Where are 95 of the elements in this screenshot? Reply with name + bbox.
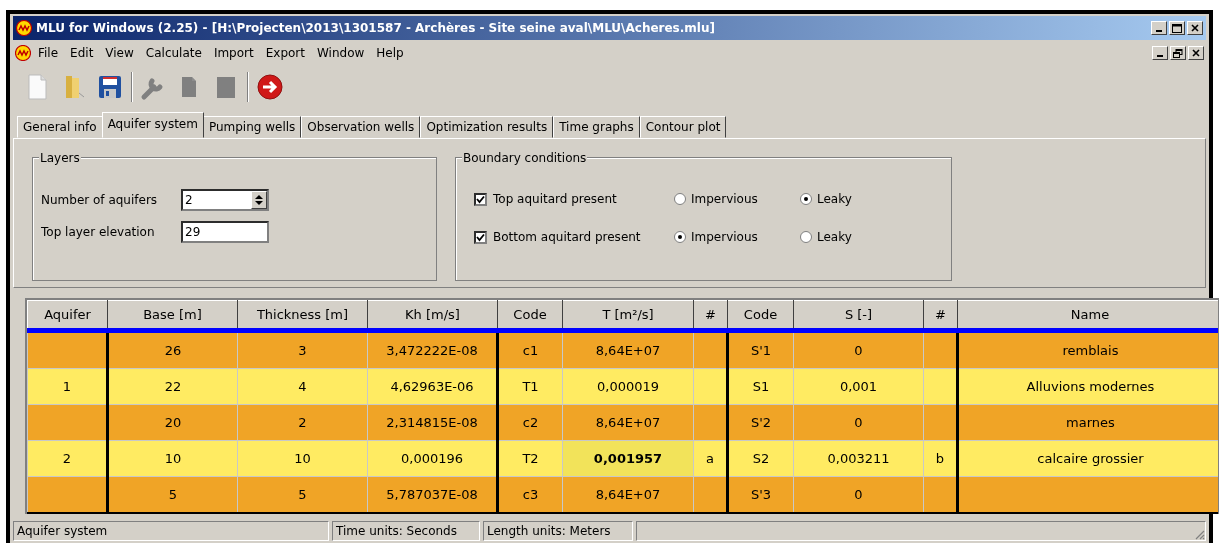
column-header[interactable]: Aquifer	[27, 300, 108, 331]
table-cell[interactable]: 5	[237, 476, 368, 514]
tab[interactable]: Observation wells	[301, 116, 421, 138]
menu-item[interactable]: View	[100, 44, 139, 62]
column-header[interactable]: Code	[497, 300, 563, 331]
table-cell[interactable]: 0,001	[793, 368, 924, 405]
column-header[interactable]: S [-]	[793, 300, 924, 331]
radio-button[interactable]	[674, 193, 686, 205]
maximize-icon	[1172, 23, 1182, 33]
spin-field[interactable]: 2	[181, 189, 269, 211]
minimize-button[interactable]	[1151, 21, 1167, 35]
table-cell[interactable]: S'3	[727, 476, 794, 514]
radio-label: Leaky	[817, 192, 852, 206]
column-header[interactable]: Base [m]	[107, 300, 238, 331]
tab[interactable]: Pumping wells	[202, 116, 302, 138]
close-button[interactable]	[1188, 46, 1204, 60]
table-cell[interactable]: 10	[237, 440, 368, 477]
group-title: Layers	[39, 151, 81, 165]
menu-item[interactable]: Help	[371, 44, 409, 62]
tab[interactable]: Aquifer system	[101, 112, 204, 138]
column-header[interactable]: Name	[957, 300, 1218, 331]
checkbox-label: Top aquitard present	[493, 192, 617, 206]
table-cell[interactable]: S'2	[727, 404, 794, 441]
table-cell[interactable]: calcaire grossier	[957, 440, 1218, 477]
table-cell[interactable]: 8,64E+07	[562, 476, 694, 514]
arrow-right-icon[interactable]	[256, 73, 284, 101]
input-field[interactable]: 29	[181, 221, 269, 243]
column-header[interactable]: Code	[727, 300, 794, 331]
radio-button[interactable]	[800, 231, 812, 243]
status-panel: Aquifer system	[13, 521, 329, 541]
table-cell[interactable]: c2	[497, 404, 563, 441]
table-cell[interactable]: 0,003211	[793, 440, 924, 477]
minimize-button[interactable]	[1152, 46, 1168, 60]
table-cell[interactable]: 1	[27, 368, 108, 405]
menu-item[interactable]: File	[33, 44, 64, 62]
table-cell[interactable]: 2	[237, 404, 368, 441]
table-cell[interactable]: c3	[497, 476, 563, 514]
checkbox[interactable]	[474, 230, 487, 244]
table-cell[interactable]: 2,314815E-08	[367, 404, 498, 441]
column-header[interactable]: #	[923, 300, 958, 331]
window-title: MLU for Windows (2.25) - [H:\Projecten\2013\1301587 - Archères - Site seine aval\MLU\Acheres.mlu]	[36, 21, 716, 35]
maximize-button[interactable]	[1169, 21, 1185, 35]
tab[interactable]: General info	[17, 116, 103, 138]
table-cell[interactable]: Alluvions modernes	[957, 368, 1218, 405]
restore-button[interactable]	[1170, 46, 1186, 60]
checkbox-label: Bottom aquitard present	[493, 230, 641, 244]
checkbox[interactable]	[474, 192, 487, 206]
column-header[interactable]: T [m²/s]	[562, 300, 694, 331]
column-header[interactable]: #	[693, 300, 728, 331]
table-cell[interactable]: marnes	[957, 404, 1218, 441]
table-cell[interactable]: 0	[793, 404, 924, 441]
table-cell[interactable]: 4,62963E-06	[367, 368, 498, 405]
resize-grip-icon[interactable]	[1193, 528, 1205, 540]
table-cell[interactable]: S2	[727, 440, 794, 477]
app-logo-icon	[16, 20, 32, 36]
table-cell[interactable]: T2	[497, 440, 563, 477]
close-button[interactable]	[1187, 21, 1203, 35]
table-cell[interactable]: 0,000019	[562, 368, 694, 405]
table-cell[interactable]: 2	[27, 440, 108, 477]
radio-button[interactable]	[674, 231, 686, 243]
close-icon	[1191, 24, 1199, 32]
status-panel: Time units: Seconds	[332, 521, 480, 541]
menu-item[interactable]: Export	[260, 44, 310, 62]
table-cell[interactable]: S1	[727, 368, 794, 405]
menu-item[interactable]: Window	[312, 44, 370, 62]
menu-item[interactable]: Edit	[65, 44, 99, 62]
close-icon	[1192, 49, 1200, 57]
radio-label: Impervious	[691, 192, 758, 206]
table-cell[interactable]: 10	[107, 440, 238, 477]
radio-label: Impervious	[691, 230, 758, 244]
column-header[interactable]: Thickness [m]	[237, 300, 368, 331]
radio-button[interactable]	[800, 193, 812, 205]
radio-label: Leaky	[817, 230, 852, 244]
table-cell[interactable]: 8,64E+07	[562, 404, 694, 441]
status-panel: Length units: Meters	[483, 521, 633, 541]
menu-item[interactable]: Calculate	[140, 44, 207, 62]
tab[interactable]: Time graphs	[553, 116, 640, 138]
table-cell[interactable]: 5	[107, 476, 238, 514]
table-cell[interactable]: 5,787037E-08	[367, 476, 498, 514]
column-header[interactable]: Kh [m/s]	[367, 300, 498, 331]
table-cell[interactable]: 22	[107, 368, 238, 405]
field-label: Top layer elevation	[41, 225, 156, 239]
table-cell[interactable]: T1	[497, 368, 563, 405]
tab[interactable]: Optimization results	[420, 116, 554, 138]
restore-icon	[1173, 48, 1183, 58]
table-cell[interactable]: 0	[793, 476, 924, 514]
group-title: Boundary conditions	[462, 151, 588, 165]
app-logo-icon[interactable]	[15, 45, 31, 61]
table-cell[interactable]: 4	[237, 368, 368, 405]
tab[interactable]: Contour plot	[639, 116, 727, 138]
table-cell[interactable]: 0,001957	[562, 440, 694, 477]
menu-item[interactable]: Import	[208, 44, 259, 62]
table-cell[interactable]: 0,000196	[367, 440, 498, 477]
table-cell[interactable]: 20	[107, 404, 238, 441]
field-label: Number of aquifers	[41, 193, 159, 207]
